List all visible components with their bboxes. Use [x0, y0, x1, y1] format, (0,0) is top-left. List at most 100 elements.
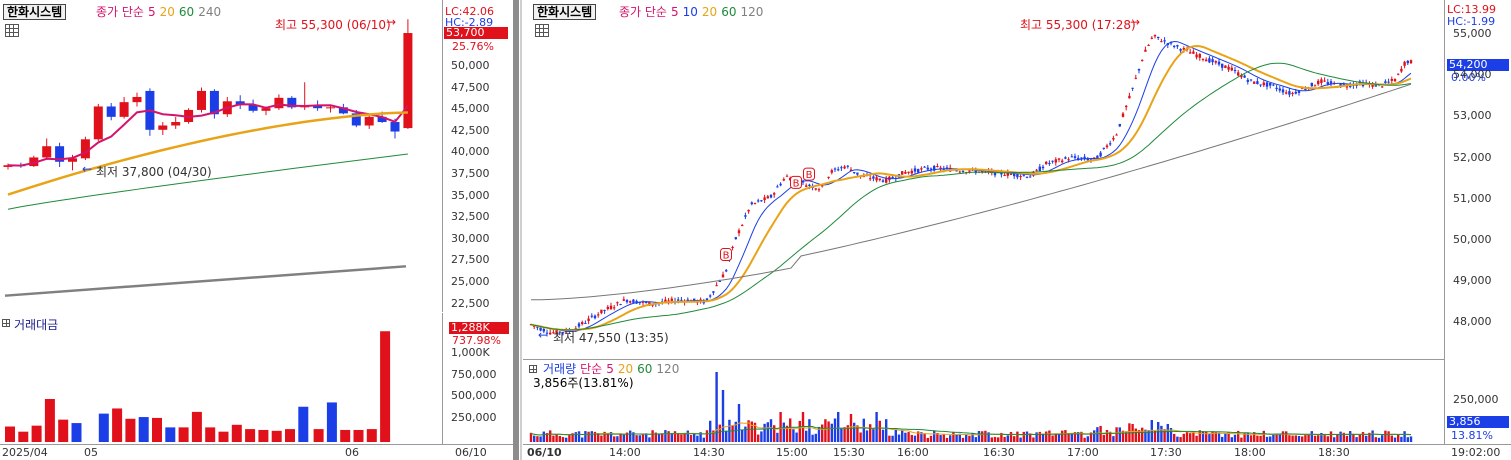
volume-bar: [1083, 437, 1086, 442]
ma120-line: [530, 83, 1412, 301]
candle-body: [42, 146, 52, 158]
candle-body: [613, 307, 616, 309]
candle-body: [808, 184, 811, 187]
volume-bar: [1352, 434, 1355, 442]
volume-bar: [789, 418, 792, 442]
y-tick: 47,500: [451, 80, 490, 94]
candle-body: [881, 180, 885, 182]
volume-bar: [1326, 436, 1329, 442]
volume-bar: [584, 431, 587, 442]
candle-body: [1281, 89, 1285, 93]
candle-body: [1048, 162, 1051, 164]
volume-bar: [872, 428, 875, 442]
candle-body: [1137, 68, 1141, 71]
candle-body: [1317, 80, 1320, 85]
volume-bar: [1406, 437, 1409, 442]
volume-bar: [1013, 436, 1016, 442]
candle-body: [891, 176, 894, 179]
volume-bar: [587, 431, 590, 442]
candle-body: [1173, 45, 1176, 48]
volume-bar: [1339, 431, 1342, 442]
candle-body: [1205, 59, 1208, 62]
candle-body: [171, 122, 181, 126]
volume-bar: [313, 429, 324, 442]
volume-bar: [577, 431, 581, 442]
volume-bar: [798, 420, 801, 442]
volume-bar: [651, 430, 654, 442]
volume-bar: [1086, 436, 1089, 442]
volume-bar: [1240, 437, 1243, 442]
volume-bar: [808, 419, 811, 442]
candle-body: [1134, 77, 1137, 79]
panel-splitter[interactable]: [513, 0, 519, 460]
volume-bar: [1115, 427, 1118, 442]
low-annotation: 최저 47,550 (13:35): [553, 331, 669, 345]
volume-bar: [1294, 435, 1297, 442]
volume-bar: [763, 423, 766, 442]
volume-bar: [939, 435, 942, 442]
candle-body: [1115, 134, 1118, 136]
volume-bar: [1134, 428, 1137, 442]
candle-body: [1147, 44, 1150, 46]
y-tick: 55,000: [1453, 27, 1492, 40]
candle-body: [830, 170, 833, 173]
x-tick: 18:30: [1318, 446, 1350, 459]
volume-bar: [648, 437, 651, 442]
volume-bar: [1205, 431, 1208, 442]
candle-body: [1112, 137, 1115, 140]
x-tick: 16:30: [983, 446, 1015, 459]
volume-bar: [1374, 437, 1377, 442]
candle-body: [1157, 36, 1160, 39]
volume-bar: [31, 425, 42, 442]
candle-body: [1269, 83, 1272, 86]
volume-pct-label: 13.81%: [1451, 429, 1493, 442]
volume-bar: [98, 413, 109, 442]
candle-body: [712, 291, 715, 293]
candle-body: [968, 170, 971, 172]
candle-body: [750, 202, 753, 205]
volume-bar: [1227, 432, 1230, 442]
volume-bar: [549, 430, 552, 442]
x-tick: 18:00: [1234, 446, 1266, 459]
volume-bar: [568, 434, 571, 442]
volume-bar: [949, 435, 952, 442]
x-tick: 15:00: [776, 446, 808, 459]
volume-bar: [1038, 431, 1041, 442]
volume-bar: [1208, 433, 1211, 442]
volume-bar: [718, 424, 721, 442]
volume-bar: [245, 429, 256, 442]
candle-body: [753, 203, 757, 205]
volume-bar: [661, 433, 664, 442]
volume-bar: [1310, 431, 1313, 442]
x-tick: 14:00: [609, 446, 641, 459]
intraday-volume-chart: [529, 360, 1445, 444]
candle-body: [1256, 81, 1259, 85]
candle-body: [158, 125, 168, 130]
current-price-badge: 53,700: [444, 27, 508, 39]
low-annotation: 최저 37,800 (04/30): [96, 165, 212, 179]
candle-body: [1323, 80, 1326, 82]
volume-bar: [731, 425, 734, 442]
volume-bar: [885, 419, 888, 442]
candle-body: [1192, 51, 1195, 54]
volume-bar: [619, 433, 622, 442]
y-tick: 42,500: [451, 123, 490, 137]
volume-bar: [600, 435, 603, 442]
candle-body: [1144, 49, 1147, 52]
candle-body: [901, 171, 904, 175]
candle-body: [1387, 81, 1390, 83]
volume-bar: [18, 431, 29, 442]
volume-bar: [125, 418, 136, 442]
volume-bar: [1333, 437, 1336, 442]
volume-bar: [1061, 430, 1064, 442]
volume-bar: [1160, 425, 1163, 442]
volume-bar: [1185, 431, 1189, 442]
volume-bar: [888, 435, 891, 442]
candle-body: [106, 106, 116, 117]
volume-bar: [945, 437, 949, 442]
volume-bar: [1067, 433, 1070, 442]
volume-bar: [1006, 435, 1009, 442]
volume-bar: [1118, 427, 1121, 442]
volume-bar: [353, 429, 364, 442]
candle-body: [1118, 123, 1121, 127]
